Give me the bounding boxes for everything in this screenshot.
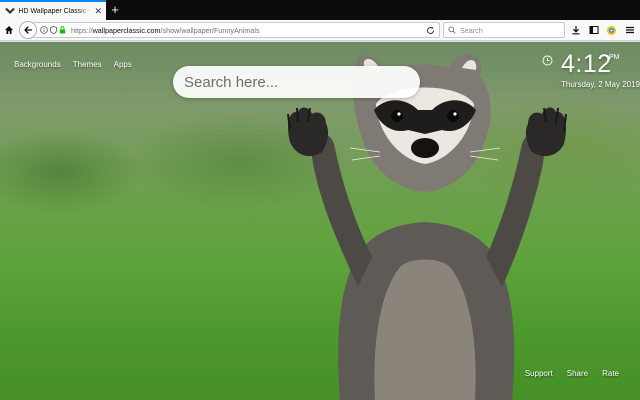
clock-time: 4:12 <box>561 50 612 78</box>
clock-ampm: PM <box>609 54 620 61</box>
menu-icon[interactable] <box>623 23 637 37</box>
share-link[interactable]: Share <box>567 369 588 378</box>
extension-icon[interactable] <box>604 23 618 37</box>
footer-links: Support Share Rate <box>525 369 619 378</box>
site-favicon-icon <box>4 6 15 16</box>
browser-tab[interactable]: HD Wallpaper Classic - Funn ✕ <box>0 0 106 20</box>
themes-link[interactable]: Themes <box>73 60 102 69</box>
page-search-input[interactable] <box>184 73 404 91</box>
reload-icon[interactable] <box>425 25 435 35</box>
alarm-clock-icon[interactable] <box>542 53 553 66</box>
search-icon <box>448 26 456 34</box>
clock-date: Thursday, 2 May 2019 <box>561 80 640 89</box>
apps-link[interactable]: Apps <box>114 60 132 69</box>
downloads-icon[interactable] <box>569 23 583 37</box>
tracking-shield-icon[interactable] <box>49 26 57 34</box>
browser-search-bar[interactable] <box>443 22 565 38</box>
browser-search-input[interactable] <box>460 25 560 35</box>
info-icon[interactable] <box>40 26 48 34</box>
back-button[interactable] <box>19 21 37 39</box>
secure-lock-icon[interactable] <box>58 26 66 34</box>
url-bar[interactable]: https://wallpaperclassic.com/show/wallpa… <box>33 22 440 38</box>
tab-close-icon[interactable]: ✕ <box>94 6 102 16</box>
url-host: wallpaperclassic.com <box>92 25 161 35</box>
raccoon-wallpaper-image <box>287 53 567 400</box>
new-tab-button[interactable]: + <box>108 3 122 17</box>
sidebar-toggle-icon[interactable] <box>587 23 601 37</box>
top-nav-links: Backgrounds Themes Apps <box>14 60 132 69</box>
tab-title: HD Wallpaper Classic - Funn <box>18 7 92 15</box>
url-text[interactable]: https://wallpaperclassic.com/show/wallpa… <box>71 26 260 35</box>
home-icon[interactable] <box>2 23 16 37</box>
url-path: /show/wallpaper/FunnyAnimals <box>160 25 260 35</box>
backgrounds-link[interactable]: Backgrounds <box>14 60 61 69</box>
new-tab-page: Backgrounds Themes Apps 4:12 PM Thursday… <box>0 42 640 400</box>
support-link[interactable]: Support <box>525 369 553 378</box>
rate-link[interactable]: Rate <box>602 369 619 378</box>
url-prefix: https:// <box>71 25 93 35</box>
page-search-box[interactable] <box>173 66 420 98</box>
navigation-bar: https://wallpaperclassic.com/show/wallpa… <box>0 20 640 41</box>
tab-strip: HD Wallpaper Classic - Funn ✕ + <box>0 0 640 20</box>
